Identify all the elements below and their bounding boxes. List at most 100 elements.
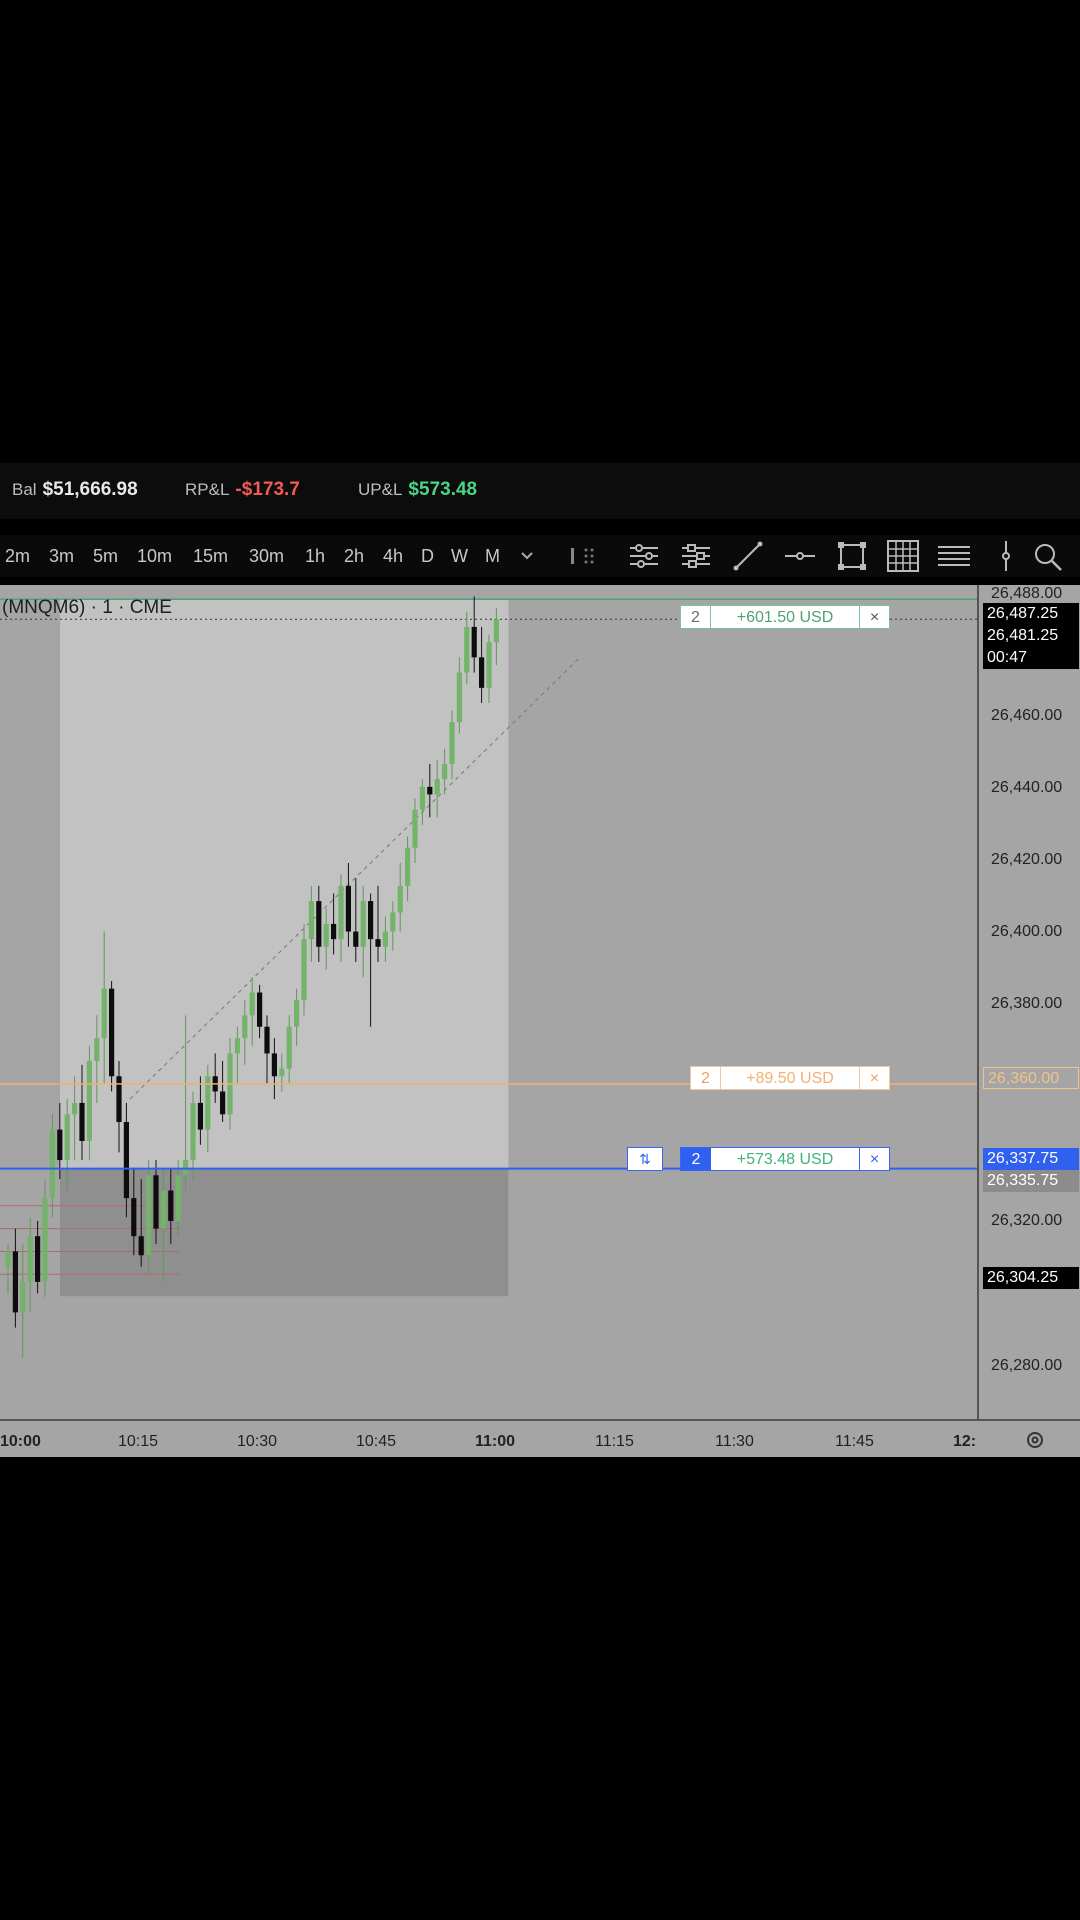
candle-body bbox=[35, 1236, 41, 1282]
candle-body bbox=[234, 1038, 240, 1054]
time-tick: 11:15 bbox=[595, 1433, 634, 1450]
order-qty: 2 bbox=[691, 1067, 721, 1089]
rpnl-value: -$173.7 bbox=[235, 479, 300, 500]
candle-body bbox=[72, 1102, 78, 1115]
countdown-label: 00:47 bbox=[983, 647, 1079, 669]
last-price-label: 26,481.25 bbox=[983, 625, 1079, 647]
candle-body bbox=[123, 1121, 129, 1199]
candle-body bbox=[397, 885, 403, 913]
reverse-position-button[interactable]: ⇅ bbox=[627, 1147, 663, 1171]
price-chart[interactable]: (MNQM6) · 1 · CME 2 +601.50 USD × 2 +89.… bbox=[0, 585, 1080, 1457]
bar-list-icon[interactable] bbox=[679, 539, 713, 573]
candle-body bbox=[42, 1198, 48, 1282]
candle-body bbox=[197, 1102, 203, 1130]
rectangle-icon[interactable] bbox=[835, 539, 869, 573]
timeframe-2m[interactable]: 2m bbox=[5, 546, 30, 567]
bar-settings-icon[interactable] bbox=[627, 539, 661, 573]
price-tick: 26,320.00 bbox=[991, 1212, 1063, 1229]
candle-body bbox=[109, 988, 115, 1077]
candle-body bbox=[190, 1102, 196, 1161]
upnl-value: $573.48 bbox=[408, 479, 478, 500]
candle-body bbox=[27, 1236, 33, 1282]
candle-body bbox=[175, 1175, 181, 1221]
timeframe-m[interactable]: M bbox=[485, 546, 500, 567]
lines-icon[interactable] bbox=[937, 539, 971, 573]
close-icon[interactable]: × bbox=[859, 606, 889, 628]
timeframe-15m[interactable]: 15m bbox=[193, 546, 228, 567]
price-tick: 26,440.00 bbox=[991, 779, 1063, 796]
high-price-label: 26,487.25 bbox=[983, 603, 1079, 625]
candle-body bbox=[116, 1076, 122, 1122]
candle-body bbox=[20, 1281, 26, 1313]
candle-body bbox=[316, 901, 322, 947]
candle-body bbox=[12, 1251, 18, 1313]
order-pnl: +573.48 USD bbox=[736, 1151, 834, 1168]
timeframe-5m[interactable]: 5m bbox=[93, 546, 118, 567]
position-order[interactable]: 2 +573.48 USD × bbox=[680, 1147, 890, 1171]
candle-body bbox=[390, 912, 396, 932]
candle-body bbox=[249, 992, 255, 1016]
candle-body bbox=[64, 1114, 70, 1161]
target-price-label: 26,360.00 bbox=[983, 1067, 1079, 1089]
candle-body bbox=[419, 786, 425, 810]
chevron-down-icon[interactable] bbox=[510, 539, 544, 573]
candle-body bbox=[101, 988, 107, 1039]
candle-body bbox=[375, 939, 381, 947]
grip-icon[interactable] bbox=[566, 539, 600, 573]
candle-body bbox=[353, 931, 359, 947]
candle-body bbox=[360, 901, 366, 947]
price-tick: 26,420.00 bbox=[991, 851, 1063, 868]
price-tick: 26,280.00 bbox=[991, 1357, 1063, 1374]
gear-icon[interactable] bbox=[1024, 1429, 1046, 1451]
horizontal-line-icon[interactable] bbox=[783, 539, 817, 573]
timeframe-30m[interactable]: 30m bbox=[249, 546, 284, 567]
close-icon[interactable]: × bbox=[859, 1067, 889, 1089]
timeframe-3m[interactable]: 3m bbox=[49, 546, 74, 567]
time-tick: 11:00 bbox=[475, 1433, 516, 1450]
balance-label: Bal bbox=[12, 480, 37, 499]
zoom-icon[interactable] bbox=[1030, 539, 1064, 573]
order-pnl: +89.50 USD bbox=[746, 1070, 834, 1087]
order-qty: 2 bbox=[681, 1148, 711, 1170]
timeframe-10m[interactable]: 10m bbox=[137, 546, 172, 567]
limit-order[interactable]: 2 +89.50 USD × bbox=[690, 1066, 890, 1090]
candle-body bbox=[153, 1175, 159, 1229]
box-low-label: 26,304.25 bbox=[983, 1267, 1079, 1289]
chart-canvas[interactable] bbox=[0, 585, 977, 1419]
profit-target-order[interactable]: 2 +601.50 USD × bbox=[680, 605, 890, 629]
unrealized-pnl: UP&L $573.48 bbox=[358, 479, 477, 501]
candle-body bbox=[434, 779, 440, 795]
candle-body bbox=[368, 901, 374, 940]
timeframe-w[interactable]: W bbox=[451, 546, 468, 567]
candle-body bbox=[464, 626, 470, 673]
candle-body bbox=[493, 619, 499, 643]
time-axis[interactable]: 10:00 10:15 10:30 10:45 11:00 11:15 11:3… bbox=[0, 1419, 1080, 1457]
candle-body bbox=[456, 672, 462, 723]
candle-body bbox=[323, 923, 329, 947]
price-tick: 26,380.00 bbox=[991, 995, 1063, 1012]
candle-body bbox=[279, 1068, 285, 1077]
balance: Bal $51,666.98 bbox=[12, 479, 138, 501]
timeframe-1h[interactable]: 1h bbox=[305, 546, 325, 567]
price-tick: 26,460.00 bbox=[991, 707, 1063, 724]
symbol-title: (MNQM6) · 1 · CME bbox=[2, 597, 172, 618]
grid-icon[interactable] bbox=[886, 539, 920, 573]
candle-body bbox=[331, 923, 337, 940]
candle-body bbox=[294, 1000, 300, 1027]
candle-body bbox=[382, 931, 388, 947]
candle-body bbox=[264, 1026, 270, 1054]
time-tick: 10:00 bbox=[0, 1433, 41, 1450]
vertical-line-icon[interactable] bbox=[989, 539, 1023, 573]
order-pnl: +601.50 USD bbox=[736, 609, 834, 626]
candle-body bbox=[131, 1198, 137, 1237]
candle-body bbox=[146, 1175, 152, 1256]
time-tick: 10:45 bbox=[356, 1433, 397, 1450]
candle-body bbox=[301, 939, 307, 1001]
trend-line-icon[interactable] bbox=[731, 539, 765, 573]
timeframe-4h[interactable]: 4h bbox=[383, 546, 403, 567]
close-icon[interactable]: × bbox=[859, 1148, 889, 1170]
timeframe-d[interactable]: D bbox=[421, 546, 434, 567]
price-axis[interactable]: 26,488.00 26,487.25 26,481.25 00:47 26,4… bbox=[977, 585, 1080, 1419]
time-tick: 11:30 bbox=[715, 1433, 754, 1450]
timeframe-2h[interactable]: 2h bbox=[344, 546, 364, 567]
